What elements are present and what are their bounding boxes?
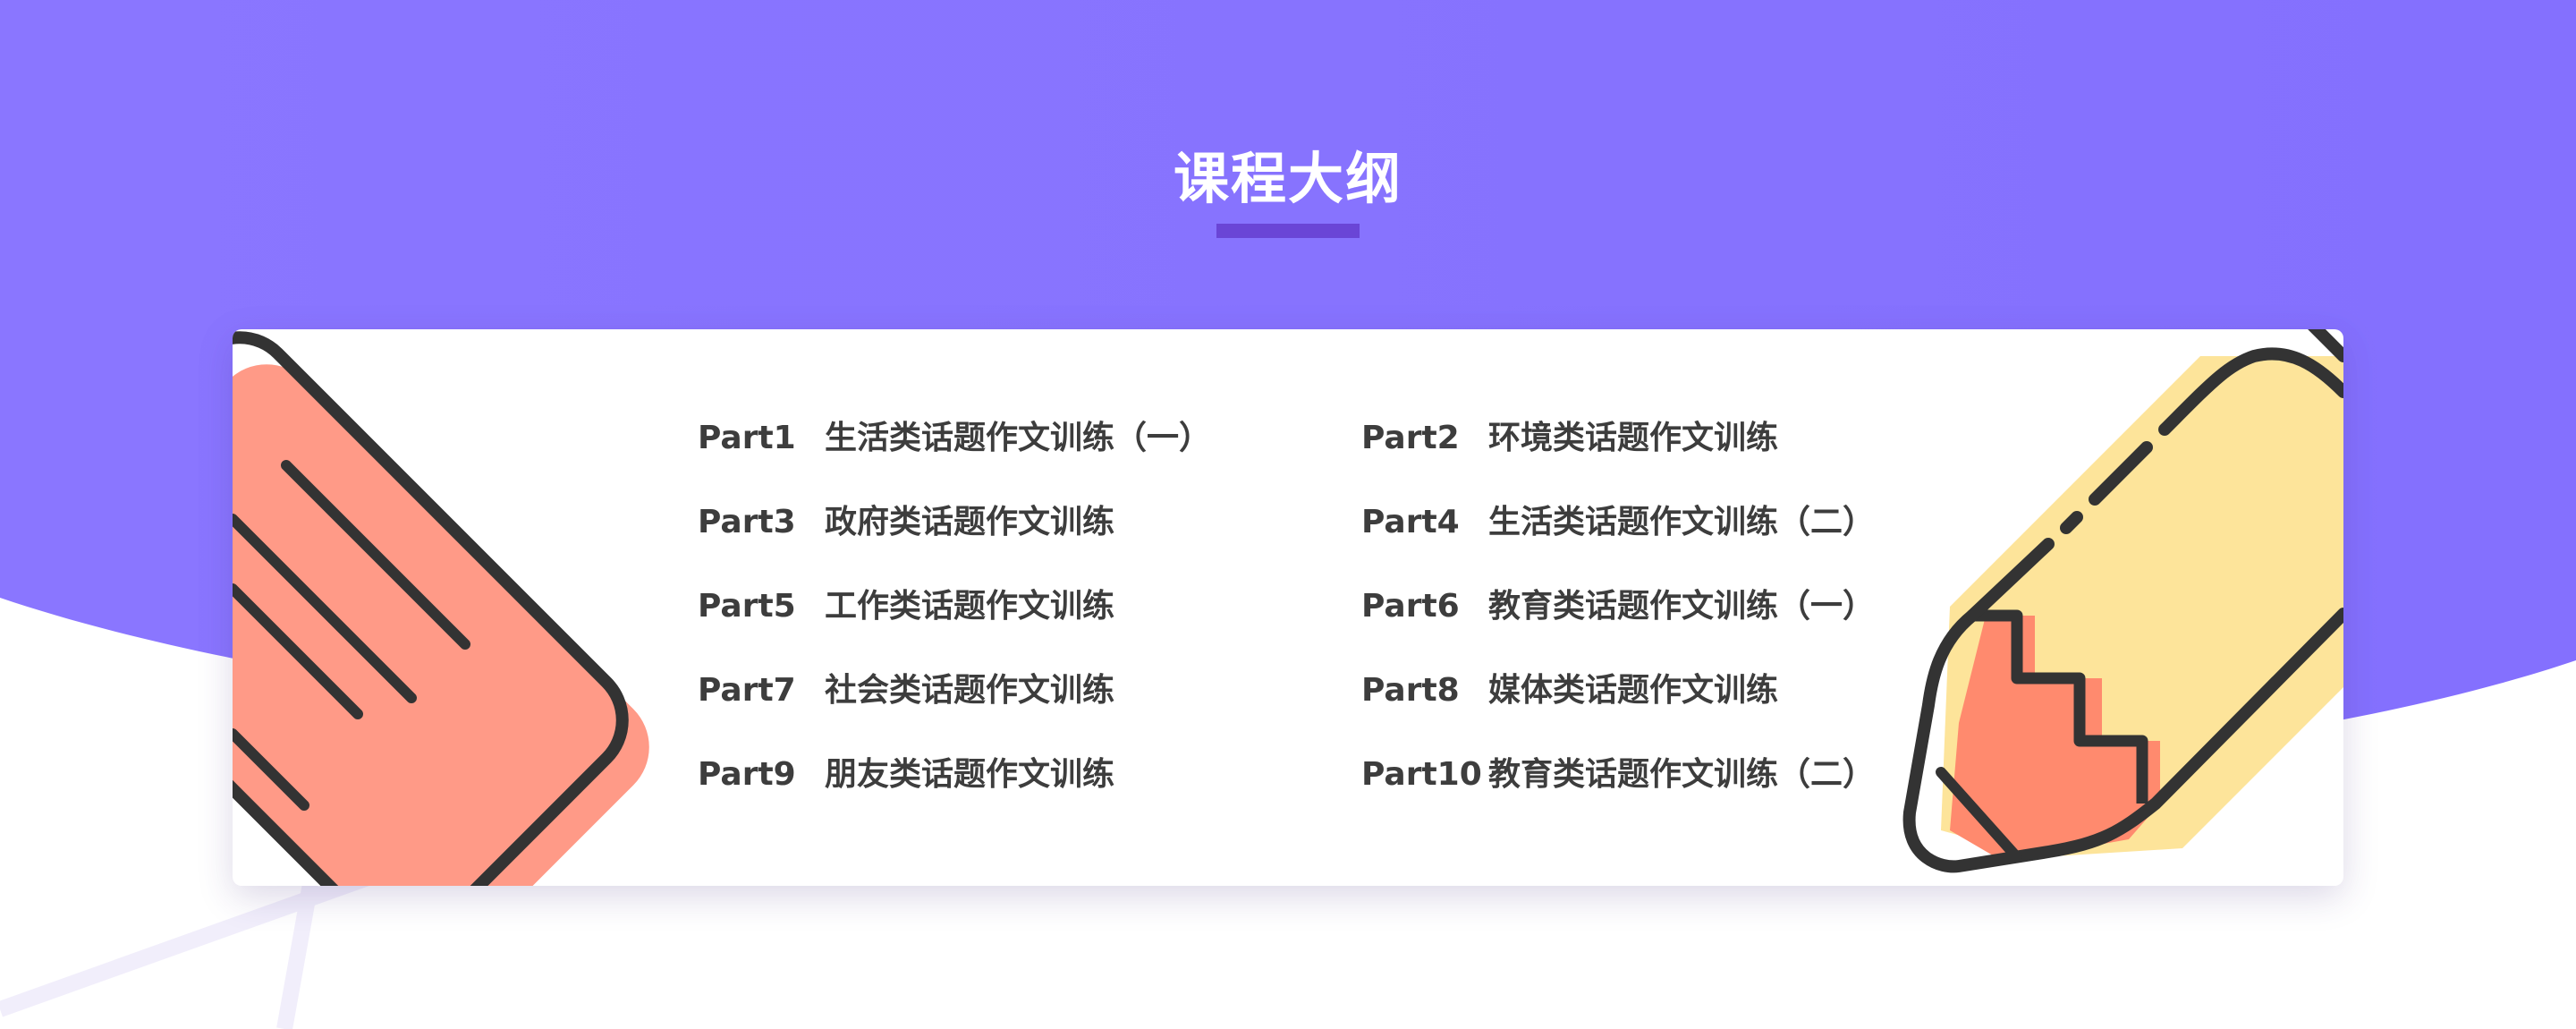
topic-label: 生活类话题作文训练（二）	[1488, 504, 1876, 540]
topic-label: 朋友类话题作文训练	[825, 756, 1115, 793]
title-underline	[1216, 224, 1360, 238]
topic-label: 环境类话题作文训练	[1488, 420, 1779, 456]
outline-item-part7[interactable]: Part7 社会类话题作文训练	[698, 664, 1114, 718]
part-label: Part1	[698, 420, 796, 456]
outline-item-part2[interactable]: Part2 环境类话题作文训练	[1361, 412, 1778, 465]
part-label: Part3	[698, 504, 796, 540]
topic-label: 政府类话题作文训练	[825, 504, 1115, 540]
part-label: Part10	[1361, 756, 1482, 793]
outline-item-part10[interactable]: Part10 教育类话题作文训练（二）	[1361, 748, 1875, 802]
outline-item-part9[interactable]: Part9 朋友类话题作文训练	[698, 748, 1114, 802]
part-label: Part4	[1361, 504, 1460, 540]
topic-label: 媒体类话题作文训练	[1488, 672, 1779, 709]
topic-label: 教育类话题作文训练（二）	[1488, 756, 1876, 793]
part-label: Part7	[698, 672, 796, 709]
outline-item-part5[interactable]: Part5 工作类话题作文训练	[698, 580, 1114, 634]
part-label: Part6	[1361, 588, 1460, 625]
topic-label: 生活类话题作文训练（一）	[825, 420, 1212, 456]
part-label: Part5	[698, 588, 796, 625]
part-label: Part9	[698, 756, 796, 793]
outline-item-part6[interactable]: Part6 教育类话题作文训练（一）	[1361, 580, 1875, 634]
outline-item-part4[interactable]: Part4 生活类话题作文训练（二）	[1361, 496, 1875, 549]
page-title: 课程大纲	[1173, 146, 1402, 211]
outline-card: Part1 生活类话题作文训练（一） Part2 环境类话题作文训练 Part3 政府…	[233, 329, 2343, 886]
topic-label: 社会类话题作文训练	[825, 672, 1115, 709]
part-label: Part2	[1361, 420, 1460, 456]
topic-label: 工作类话题作文训练	[825, 588, 1115, 625]
topic-label: 教育类话题作文训练（一）	[1488, 588, 1876, 625]
outline-item-part3[interactable]: Part3 政府类话题作文训练	[698, 496, 1114, 549]
outline-item-part1[interactable]: Part1 生活类话题作文训练（一）	[698, 412, 1211, 465]
outline-item-part8[interactable]: Part8 媒体类话题作文训练	[1361, 664, 1778, 718]
course-outline: Part1 生活类话题作文训练（一） Part2 环境类话题作文训练 Part3 政府…	[233, 329, 2343, 886]
part-label: Part8	[1361, 672, 1460, 709]
